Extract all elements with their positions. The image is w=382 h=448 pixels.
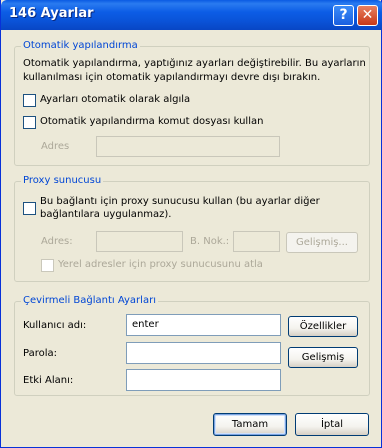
properties-label: Özellikler	[299, 321, 347, 332]
auto-config-legend: Otomatik yapılandırma	[21, 40, 140, 51]
bypass-local-label[interactable]: Yerel adresler için proxy sunucusunu atl…	[58, 258, 263, 272]
properties-button[interactable]: Özellikler	[288, 316, 358, 337]
auto-config-address-field[interactable]	[96, 136, 280, 157]
auto-config-description-line1: Otomatik yapılandırma, yaptığınız ayarla…	[23, 58, 366, 69]
proxy-address-label: Adres:	[41, 236, 73, 247]
auto-config-address-label: Adres	[41, 141, 70, 152]
dialup-advanced-button[interactable]: Gelişmiş	[288, 347, 358, 368]
proxy-address-field[interactable]	[96, 231, 183, 252]
dialup-legend: Çevirmeli Bağlantı Ayarları	[21, 295, 158, 306]
close-button[interactable]: ✕	[357, 5, 378, 26]
auto-config-description-line2: kullanılması için otomatik yapılandırmay…	[23, 72, 321, 83]
dialup-advanced-label: Gelişmiş	[301, 352, 345, 363]
username-field[interactable]: enter	[126, 314, 281, 336]
window-title: 146 Ayarlar	[9, 6, 94, 21]
use-proxy-label-line2[interactable]: bağlantılara uygulanmaz).	[40, 208, 171, 222]
auto-detect-checkbox[interactable]	[23, 94, 36, 107]
password-field[interactable]	[126, 342, 281, 364]
use-script-label[interactable]: Otomatik yapılandırma komut dosyası kull…	[40, 115, 263, 129]
password-label: Parola:	[23, 348, 57, 359]
auto-detect-label[interactable]: Ayarları otomatik olarak algıla	[40, 93, 190, 107]
help-icon: ?	[339, 7, 348, 23]
domain-label: Etki Alanı:	[23, 375, 74, 386]
ok-button[interactable]: Tamam	[213, 413, 287, 436]
ok-label: Tamam	[231, 419, 269, 430]
settings-dialog: 146 Ayarlar ? ✕ Otomatik yapılandırma Ot…	[0, 0, 382, 448]
use-proxy-checkbox[interactable]	[23, 202, 36, 215]
proxy-legend: Proxy sunucusu	[21, 175, 104, 186]
use-script-checkbox[interactable]	[23, 116, 36, 129]
cancel-button[interactable]: İptal	[295, 413, 369, 436]
close-icon: ✕	[361, 7, 374, 23]
domain-field[interactable]	[126, 369, 281, 391]
title-bar[interactable]: 146 Ayarlar ? ✕	[1, 0, 382, 30]
proxy-port-label: B. Nok.:	[190, 236, 230, 247]
help-button[interactable]: ?	[333, 5, 354, 26]
proxy-advanced-button[interactable]: Gelişmiş...	[286, 232, 358, 253]
use-proxy-label-line1[interactable]: Bu bağlantı için proxy sunucusu kullan (…	[40, 195, 320, 209]
cancel-label: İptal	[320, 419, 344, 430]
proxy-advanced-label: Gelişmiş...	[296, 237, 348, 248]
proxy-port-field[interactable]	[233, 231, 280, 252]
username-label: Kullanıcı adı:	[23, 320, 87, 331]
bypass-local-checkbox[interactable]	[41, 259, 54, 272]
